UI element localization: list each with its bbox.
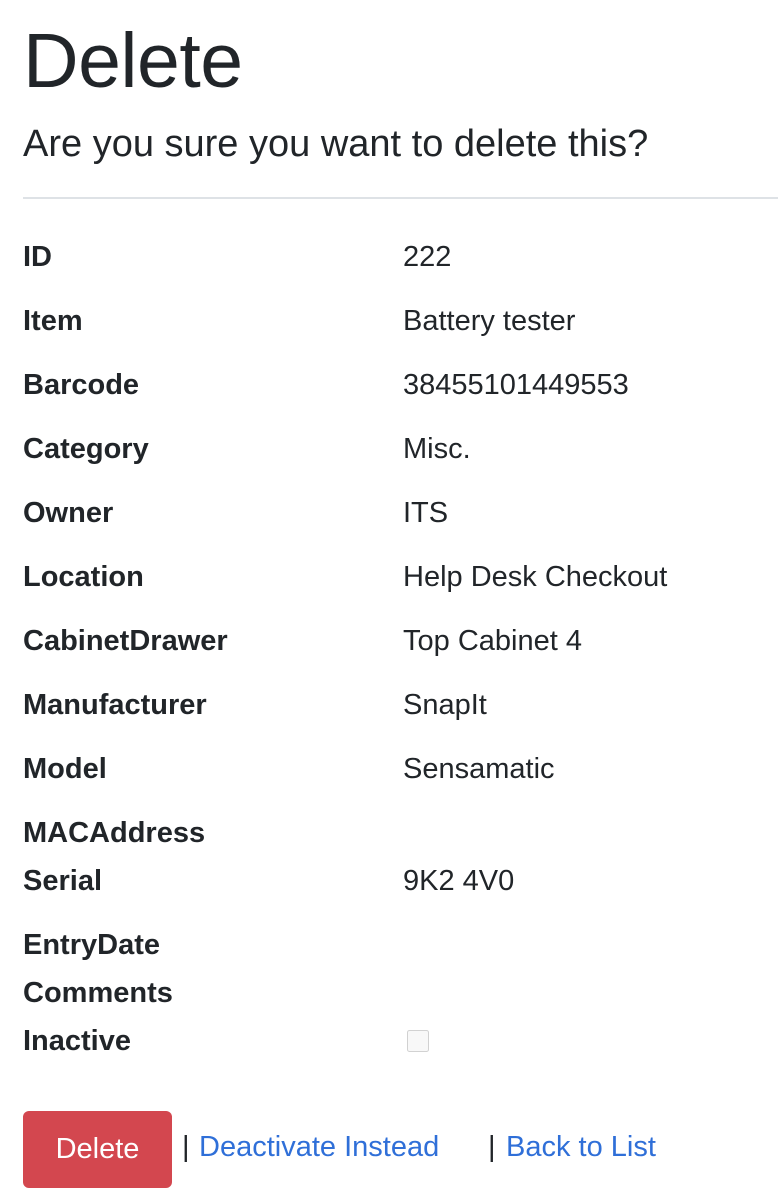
detail-row-entry-date: EntryDate: [23, 923, 778, 967]
detail-row-owner: Owner ITS: [23, 491, 778, 535]
detail-value: ITS: [403, 497, 449, 529]
detail-label: Comments: [23, 977, 173, 1009]
detail-label: EntryDate: [23, 929, 160, 961]
detail-row-comments: Comments: [23, 971, 778, 1015]
detail-label: Item: [23, 305, 83, 337]
divider: [23, 197, 778, 199]
detail-label: Owner: [23, 497, 114, 529]
detail-value: 222: [403, 241, 452, 273]
detail-label: MACAddress: [23, 817, 206, 849]
detail-value: 38455101449553: [403, 369, 629, 401]
action-bar: Delete | Deactivate Instead | Back to Li…: [23, 1111, 778, 1188]
separator: |: [488, 1131, 496, 1163]
detail-row-mac-address: MACAddress: [23, 811, 778, 855]
detail-row-manufacturer: Manufacturer SnapIt: [23, 683, 778, 727]
detail-row-category: Category Misc.: [23, 427, 778, 471]
detail-label: Serial: [23, 865, 102, 897]
detail-value: Misc.: [403, 433, 471, 465]
detail-row-cabinet-drawer: CabinetDrawer Top Cabinet 4: [23, 619, 778, 663]
detail-label: CabinetDrawer: [23, 625, 228, 657]
delete-button[interactable]: Delete: [23, 1111, 172, 1188]
detail-row-item: Item Battery tester: [23, 299, 778, 343]
separator: |: [182, 1131, 190, 1163]
detail-value: 9K2 4V0: [403, 865, 515, 897]
inactive-checkbox: [407, 1030, 429, 1052]
detail-label: Location: [23, 561, 144, 593]
detail-value: Sensamatic: [403, 753, 555, 785]
detail-label: Model: [23, 753, 107, 785]
detail-label: Manufacturer: [23, 689, 207, 721]
page-title: Delete: [23, 18, 243, 104]
detail-label: ID: [23, 241, 52, 273]
detail-label: Barcode: [23, 369, 140, 401]
detail-row-serial: Serial 9K2 4V0: [23, 859, 778, 903]
detail-row-location: Location Help Desk Checkout: [23, 555, 778, 599]
page-subtitle: Are you sure you want to delete this?: [23, 123, 649, 165]
detail-row-inactive: Inactive: [23, 1019, 778, 1063]
detail-label: Inactive: [23, 1025, 131, 1057]
detail-value: Battery tester: [403, 305, 576, 337]
detail-label: Category: [23, 433, 149, 465]
detail-row-model: Model Sensamatic: [23, 747, 778, 791]
deactivate-instead-link[interactable]: Deactivate Instead: [199, 1127, 439, 1167]
detail-value: Top Cabinet 4: [403, 625, 582, 657]
back-to-list-link[interactable]: Back to List: [506, 1127, 656, 1167]
detail-value: Help Desk Checkout: [403, 561, 668, 593]
detail-value: SnapIt: [403, 689, 487, 721]
detail-row-id: ID 222: [23, 235, 778, 279]
detail-row-barcode: Barcode 38455101449553: [23, 363, 778, 407]
